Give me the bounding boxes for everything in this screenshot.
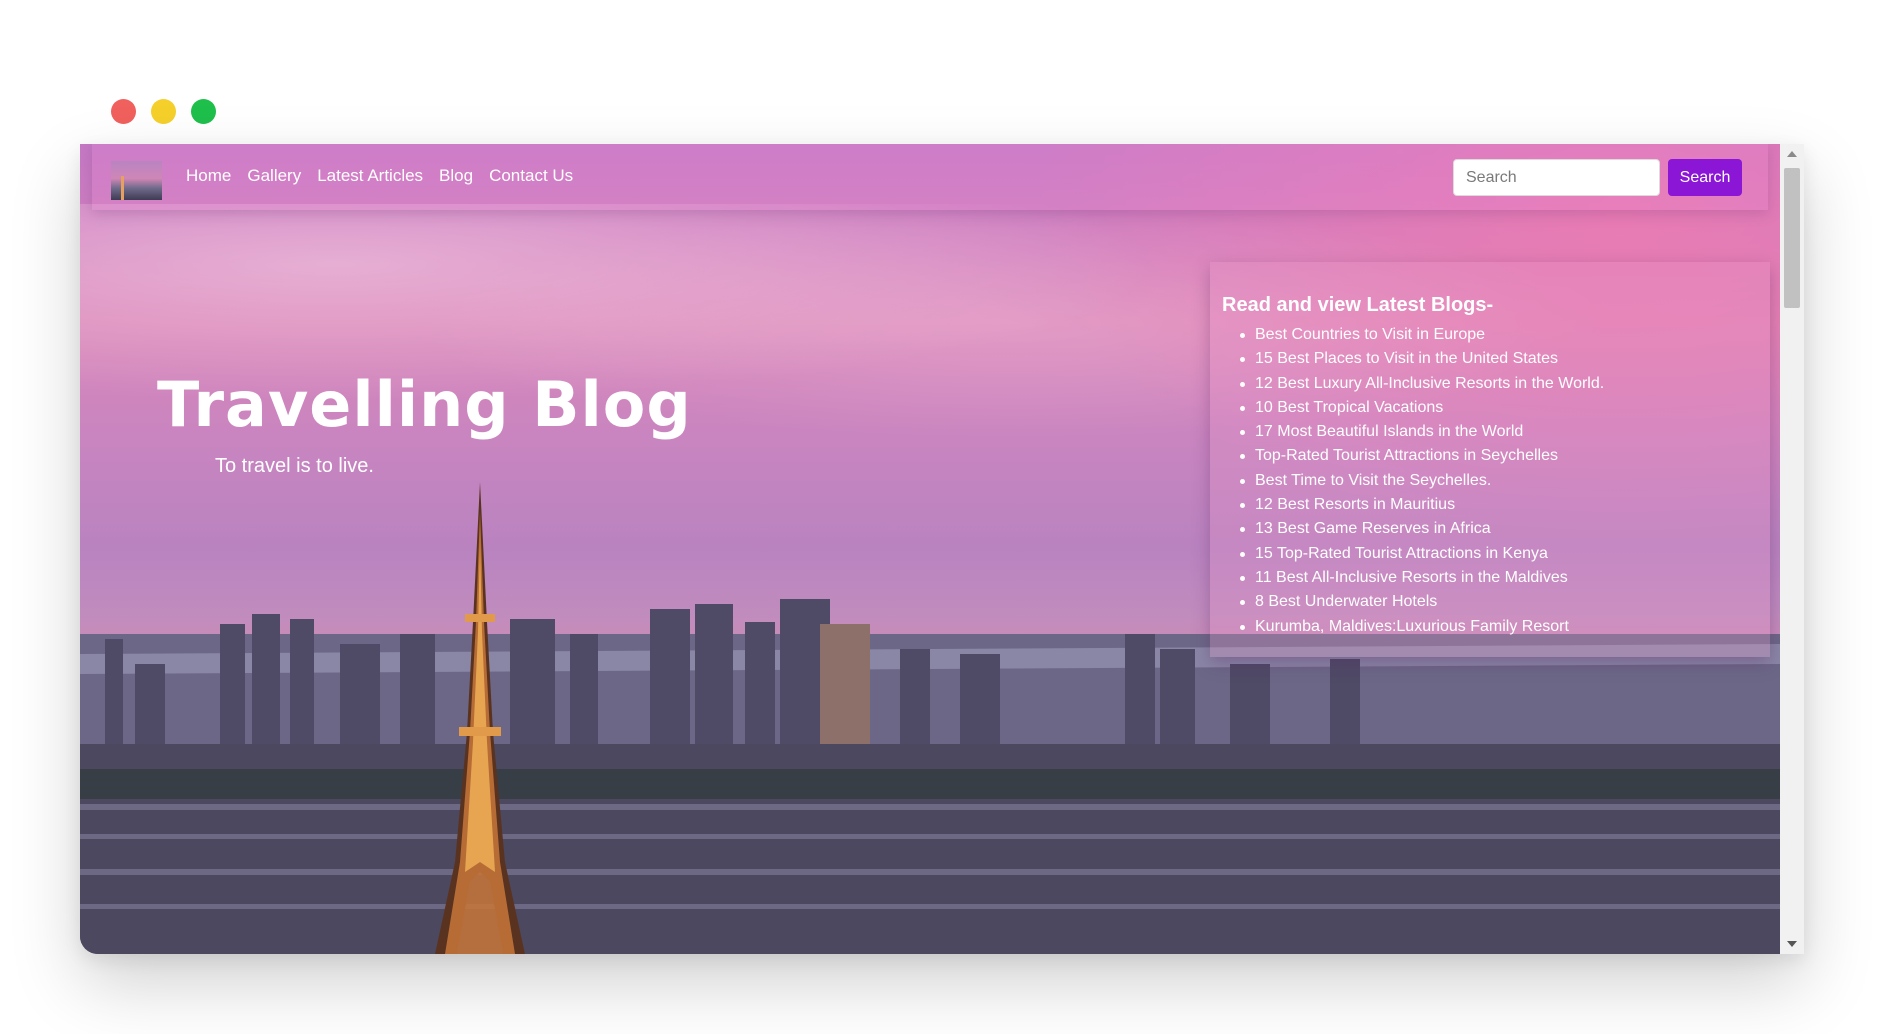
eiffel-tower-image [435,482,525,954]
search-button[interactable]: Search [1668,159,1742,196]
nav-link-contact-us[interactable]: Contact Us [489,166,573,186]
blog-list-item[interactable]: 12 Best Luxury All-Inclusive Resorts in … [1240,372,1758,396]
scrollbar-thumb[interactable] [1784,168,1800,308]
navbar: Home Gallery Latest Articles Blog Contac… [92,144,1768,210]
blog-list-item[interactable]: 10 Best Tropical Vacations [1240,396,1758,420]
browser-window: Home Gallery Latest Articles Blog Contac… [80,144,1804,954]
close-window-button[interactable] [111,99,136,124]
minimize-window-button[interactable] [151,99,176,124]
vertical-scrollbar[interactable] [1780,144,1804,954]
scroll-up-icon[interactable] [1787,151,1797,157]
scroll-down-icon[interactable] [1787,941,1797,947]
nav-link-home[interactable]: Home [186,166,231,186]
latest-blogs-panel: Read and view Latest Blogs- Best Countri… [1210,262,1770,657]
blog-list-item[interactable]: 8 Best Underwater Hotels [1240,590,1758,614]
nav-links: Home Gallery Latest Articles Blog Contac… [186,166,573,186]
search-input[interactable] [1453,159,1660,196]
latest-blogs-heading: Read and view Latest Blogs- [1222,294,1494,316]
nav-link-latest-articles[interactable]: Latest Articles [317,166,423,186]
blog-list-item[interactable]: Best Time to Visit the Seychelles. [1240,469,1758,493]
blog-list-item[interactable]: 12 Best Resorts in Mauritius [1240,493,1758,517]
maximize-window-button[interactable] [191,99,216,124]
blog-list-item[interactable]: Kurumba, Maldives:Luxurious Family Resor… [1240,615,1758,639]
nav-link-gallery[interactable]: Gallery [247,166,301,186]
blog-list-item[interactable]: Best Countries to Visit in Europe [1240,323,1758,347]
blog-list-item[interactable]: 15 Best Places to Visit in the United St… [1240,347,1758,371]
hero-title: Travelling Blog [157,368,692,441]
blog-list-item[interactable]: 13 Best Game Reserves in Africa [1240,517,1758,541]
latest-blogs-list: Best Countries to Visit in Europe 15 Bes… [1222,323,1758,639]
blog-list-item[interactable]: 15 Top-Rated Tourist Attractions in Keny… [1240,542,1758,566]
blog-list-item[interactable]: 11 Best All-Inclusive Resorts in the Mal… [1240,566,1758,590]
hero-subtitle: To travel is to live. [215,455,374,477]
nav-link-blog[interactable]: Blog [439,166,473,186]
blog-list-item[interactable]: Top-Rated Tourist Attractions in Seychel… [1240,444,1758,468]
logo-image[interactable] [111,161,162,200]
blog-list-item[interactable]: 17 Most Beautiful Islands in the World [1240,420,1758,444]
